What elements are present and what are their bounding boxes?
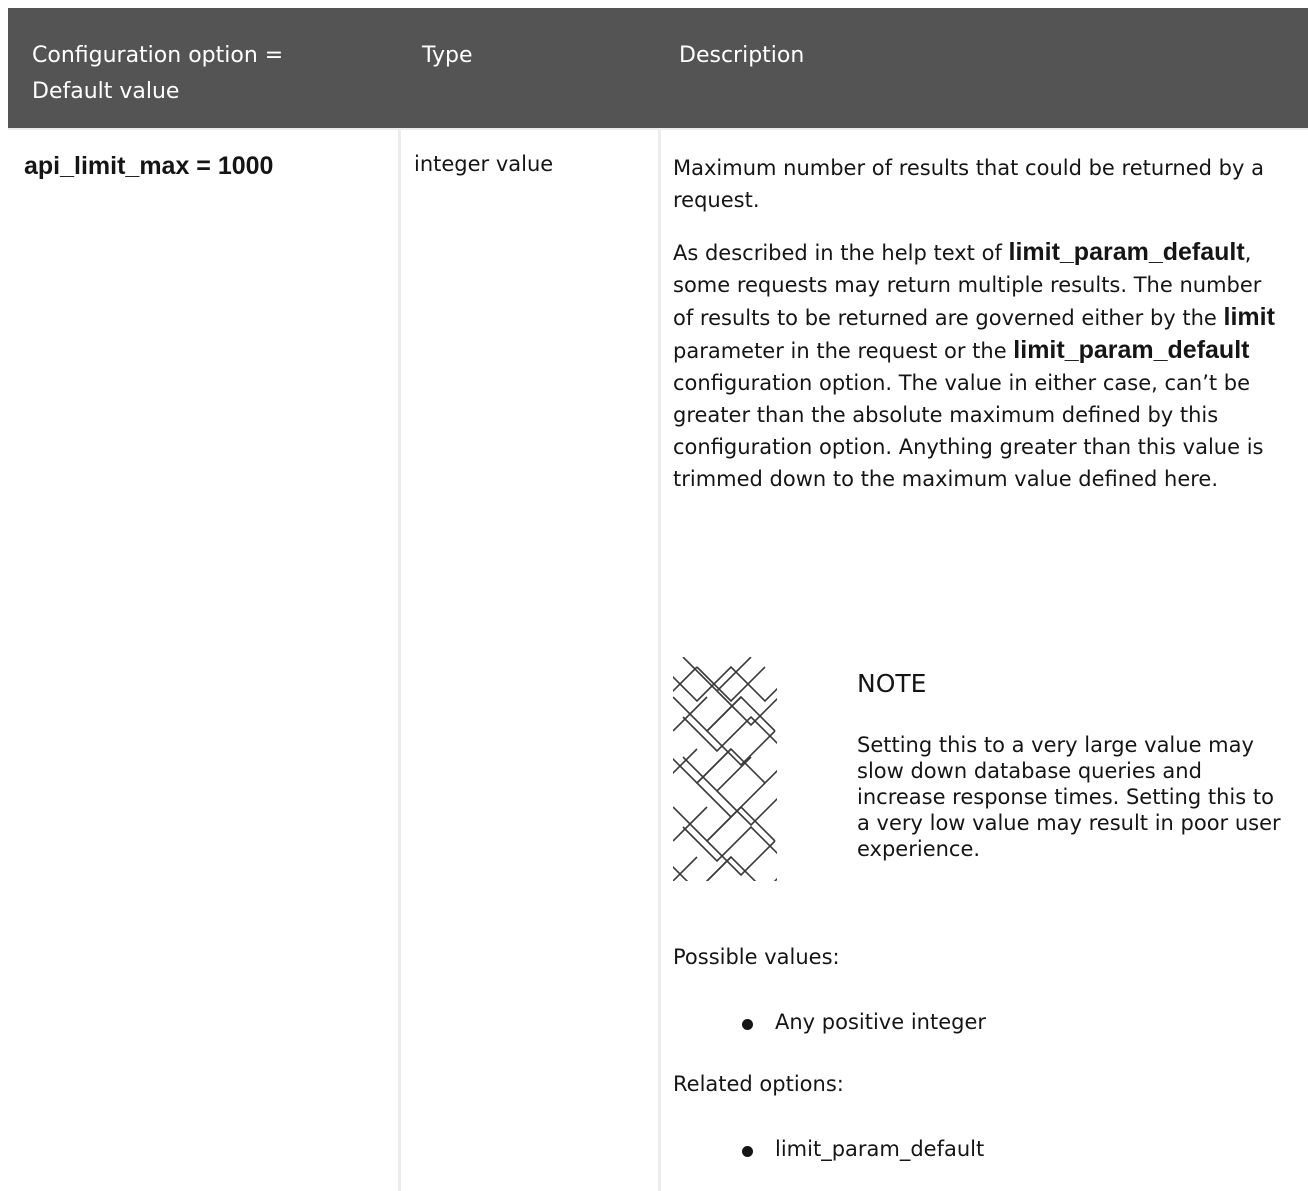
note-title: NOTE [857,669,927,698]
list-item-text: Any positive integer [775,1010,987,1034]
header-description: Description [679,43,805,68]
option-reference: limit [1223,303,1275,331]
description-paragraph: As described in the help text of limit_p… [673,236,1283,495]
description-paragraph: Maximum number of results that could be … [673,156,1264,212]
column-divider [658,128,661,1191]
option-reference: limit_param_default [1013,336,1250,364]
list-item-text: limit_param_default [775,1137,985,1161]
note-text: Setting this to a very large value may s… [857,733,1281,861]
note-admonition: NOTE Setting this to a very large value … [673,657,1283,887]
bullet-icon [742,1146,753,1157]
header-config-option: Configuration option = Default value [32,43,284,104]
related-options-label: Related options: [673,1072,844,1096]
note-pattern-icon [673,657,777,881]
option-type: integer value [414,152,554,176]
header-type: Type [422,43,473,68]
description-text: As described in the help text of [673,241,1009,265]
option-name: api_limit_max = 1000 [24,152,274,180]
option-description: Maximum number of results that could be … [673,152,1283,515]
option-reference: limit_param_default [1008,238,1245,266]
column-divider [398,128,401,1191]
table-header: Configuration option = Default value Typ… [8,8,1308,128]
description-text: configuration option. The value in eithe… [673,371,1264,491]
possible-values-label: Possible values: [673,945,840,969]
bullet-icon [742,1019,753,1030]
description-text: parameter in the request or the [673,339,1014,363]
